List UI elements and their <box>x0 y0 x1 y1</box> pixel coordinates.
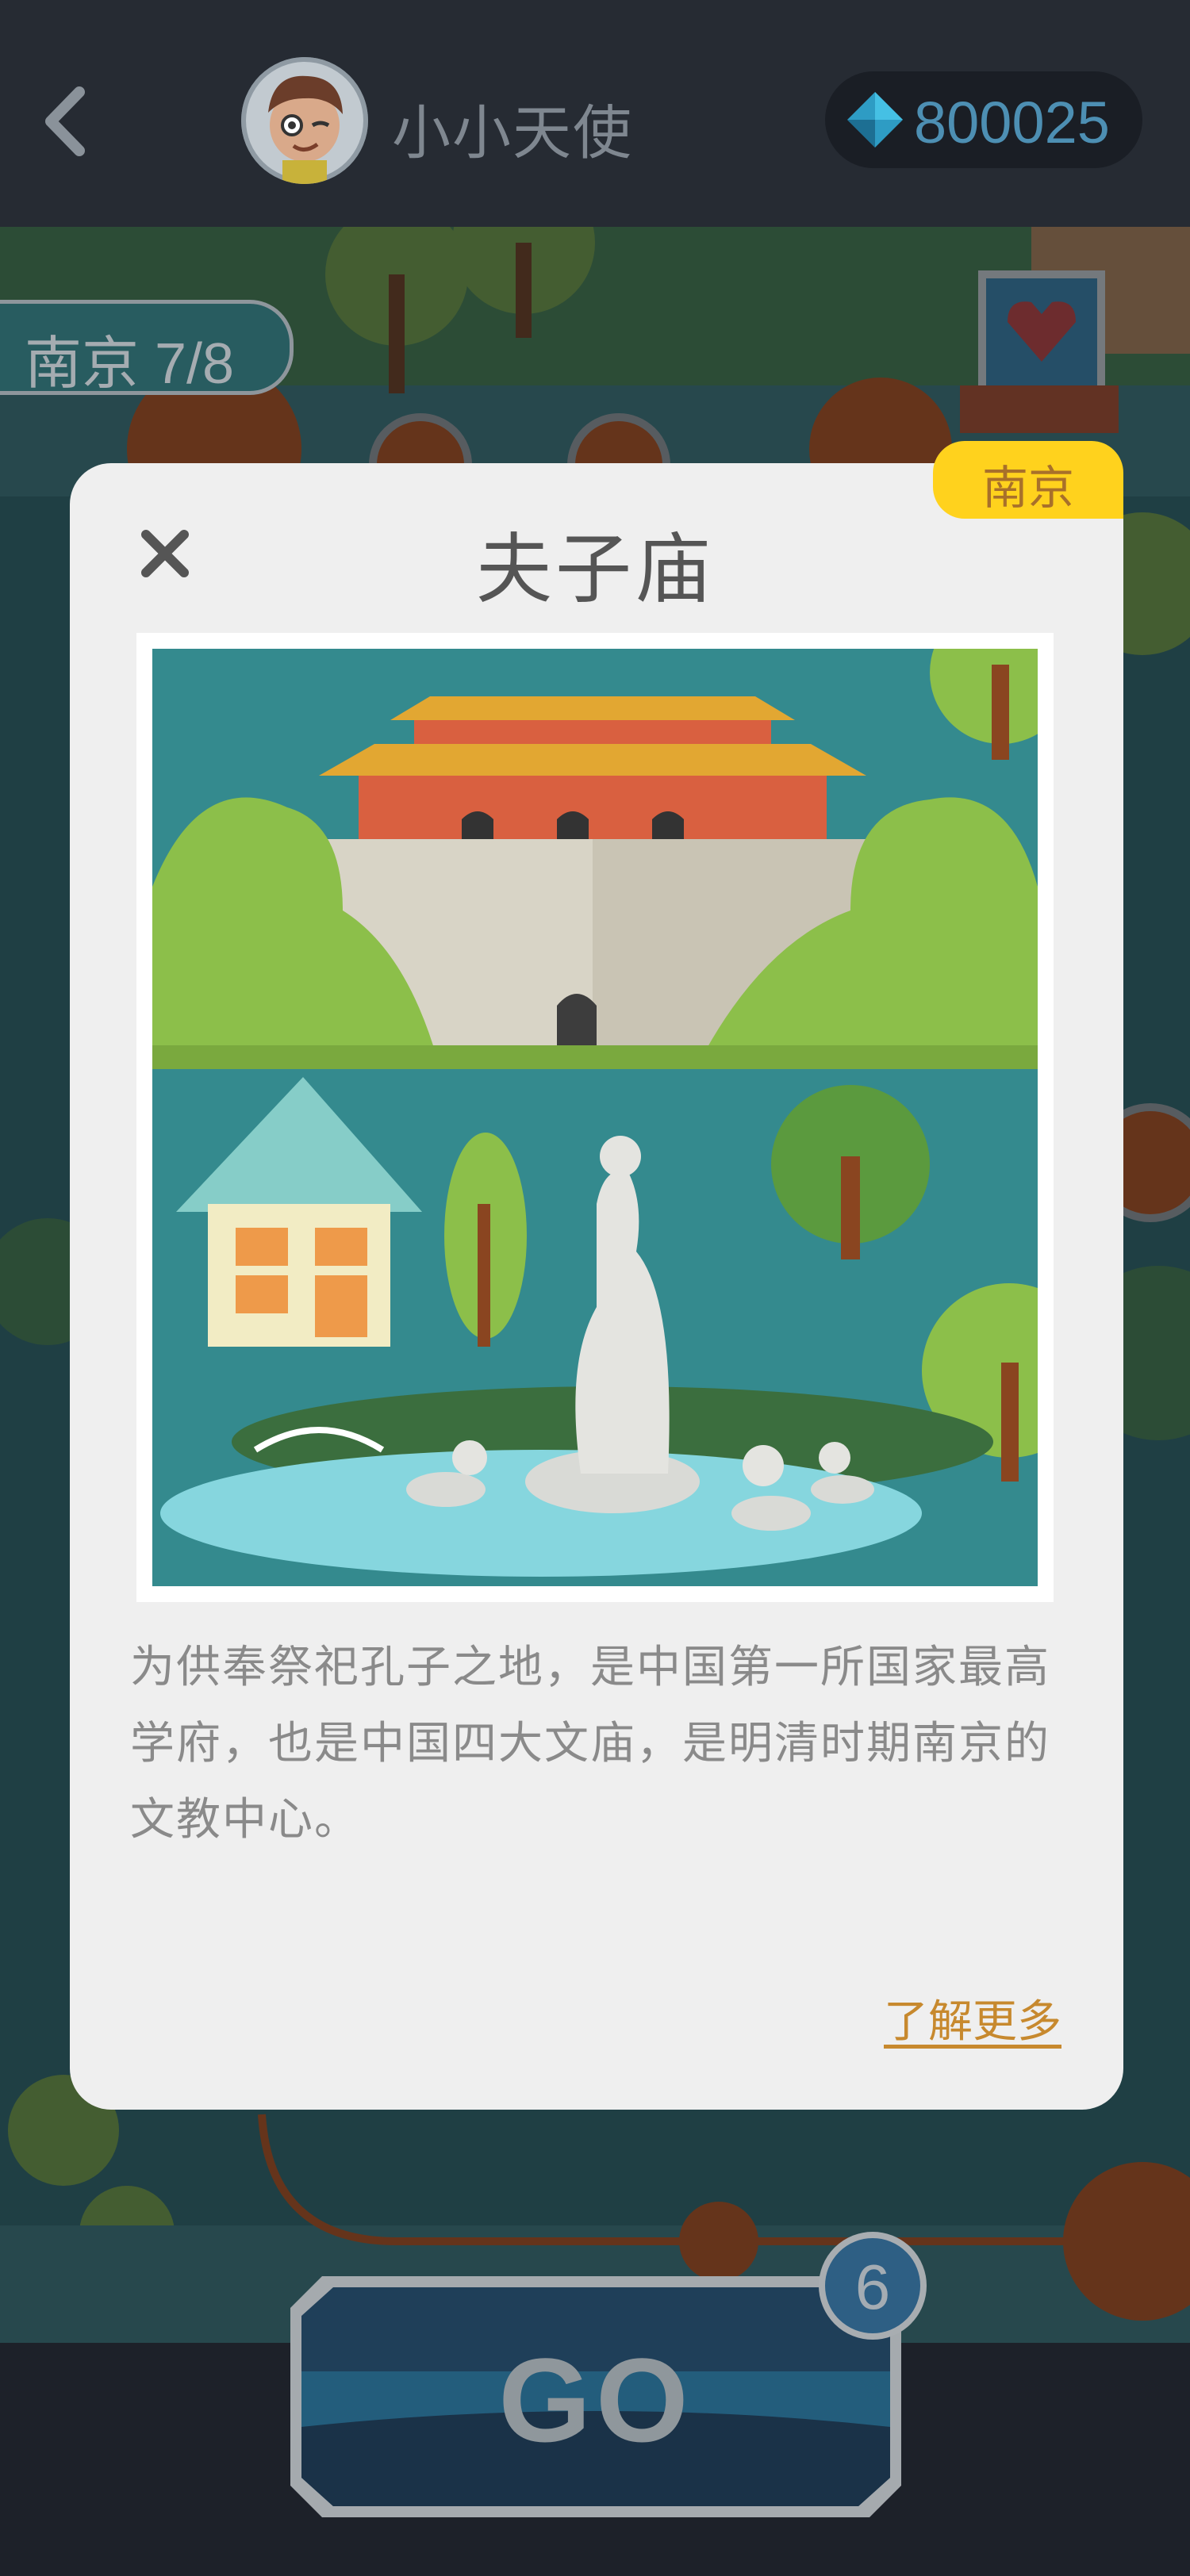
progress-badge: 南京 7/8 <box>0 300 294 396</box>
avatar[interactable] <box>241 57 368 184</box>
go-label: GO <box>498 2333 693 2467</box>
go-count-badge: 6 <box>819 2232 927 2340</box>
learn-more-link[interactable]: 了解更多 <box>884 1986 1061 2050</box>
landmark-title: 夫子庙 <box>476 527 714 612</box>
diamond-icon <box>847 92 903 148</box>
gem-counter[interactable]: 800025 <box>825 71 1142 168</box>
chevron-left-icon[interactable] <box>41 86 89 157</box>
landmark-description: 为供奉祭祀孔子之地，是中国第一所国家最高学府，也是中国四大文庙，是明清时期南京的… <box>130 1642 1050 1844</box>
top-bar: 小小天使 800025 <box>0 0 1190 227</box>
progress-text: 南京 7/8 <box>25 332 235 396</box>
avatar-icon <box>246 62 363 184</box>
landmark-illustration <box>152 649 1038 1586</box>
gem-count: 800025 <box>914 90 1110 155</box>
go-count: 6 <box>854 2252 891 2322</box>
username: 小小天使 <box>392 100 633 166</box>
